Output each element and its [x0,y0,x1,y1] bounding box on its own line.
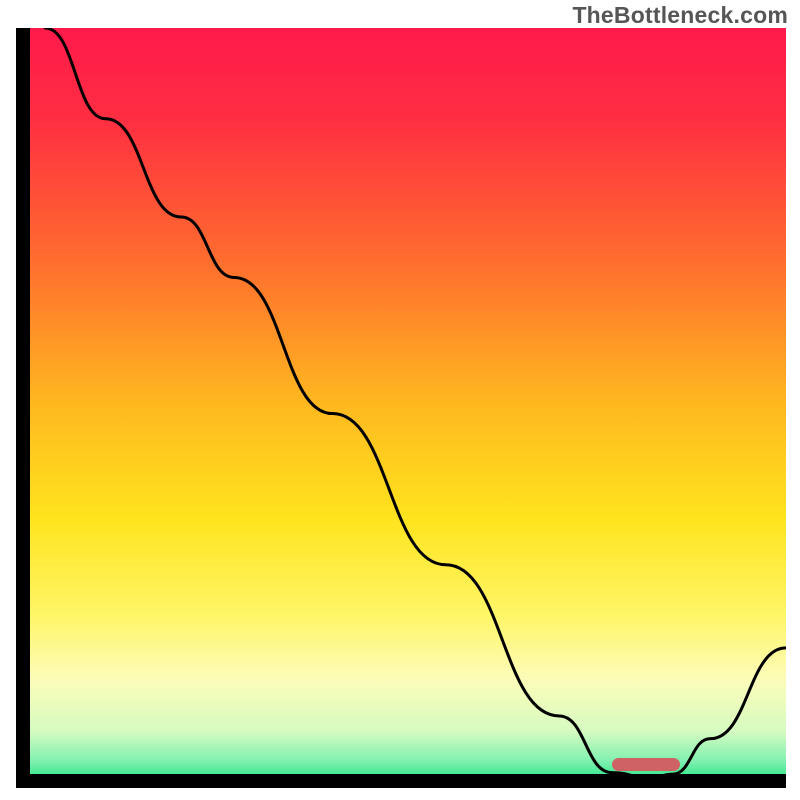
chart-frame: TheBottleneck.com [0,0,800,800]
bottleneck-curve [30,28,786,774]
plot-outer [16,28,786,788]
y-axis [16,28,30,788]
x-axis [16,774,786,788]
optimal-range-marker [612,758,680,771]
plot-area [30,28,786,774]
watermark-text: TheBottleneck.com [572,2,788,29]
